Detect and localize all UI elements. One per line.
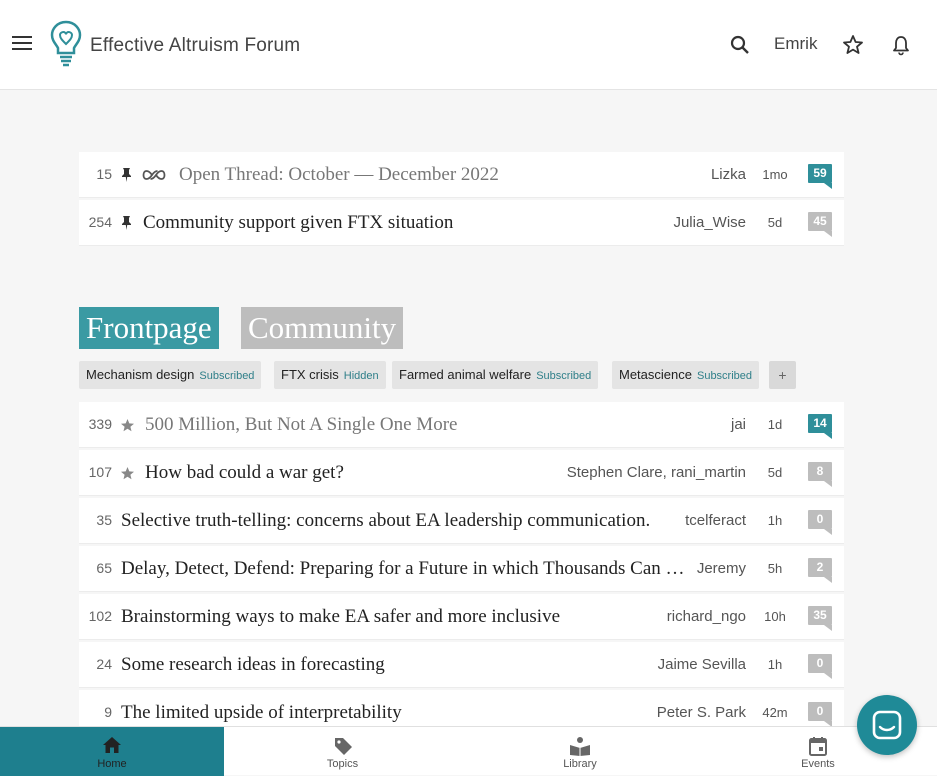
nav-label: Library [563,758,597,770]
nav-topics[interactable]: Topics [224,727,461,776]
post-title[interactable]: How bad could a war get? [145,462,545,484]
post-row[interactable]: 24 Some research ideas in forecasting Ja… [79,642,844,688]
tag-status: Subscribed [199,370,255,382]
karma-count: 254 [88,214,112,230]
post-author[interactable]: Lizka [711,166,746,183]
calendar-icon [809,737,827,756]
search-icon[interactable] [729,34,751,56]
chat-icon [872,710,902,740]
comment-count-badge[interactable]: 59 [808,164,832,189]
comment-count-badge[interactable]: 0 [808,510,832,535]
post-row[interactable]: 65 Delay, Detect, Defend: Preparing for … [79,546,844,592]
tab-frontpage[interactable]: Frontpage [79,307,219,349]
user-menu[interactable]: Emrik [774,34,817,54]
tag-name: FTX crisis [281,367,339,382]
karma-count: 15 [96,166,112,182]
karma-count: 9 [104,704,112,720]
karma-count: 65 [96,560,112,576]
tag-name: Mechanism design [86,367,195,382]
post-title[interactable]: The limited upside of interpretability [121,702,641,724]
post-title[interactable]: Delay, Detect, Defend: Preparing for a F… [121,558,685,580]
chat-launcher-button[interactable] [857,695,917,755]
comment-count-badge[interactable]: 45 [808,212,832,237]
bell-icon[interactable] [890,34,912,56]
tag-name: Metascience [619,367,692,382]
nav-library[interactable]: Library [461,727,699,776]
tag-filter-metascience[interactable]: Metascience Subscribed [612,361,760,389]
post-age: 5h [767,561,783,576]
post-age: 1h [767,657,783,672]
post-row[interactable]: 35 Selective truth-telling: concerns abo… [79,498,844,544]
pinned-post-row[interactable]: 15 Open Thread: October — December 2022 … [79,152,844,198]
bottom-navigation: Home Topics Library Events [0,726,937,776]
book-reader-icon [570,737,590,756]
pin-icon [122,216,131,230]
tag-name: Farmed animal welfare [399,367,532,382]
tag-filter-farmed-animal-welfare[interactable]: Farmed animal welfare Subscribed [392,361,599,389]
nav-label: Events [801,758,835,770]
post-age: 1h [767,513,783,528]
curated-star-icon [121,419,134,432]
lightbulb-heart-logo-icon[interactable] [50,20,82,68]
post-age: 1d [767,417,783,432]
tag-filter-mechanism-design[interactable]: Mechanism design Subscribed [79,361,262,389]
hamburger-menu-icon[interactable] [12,36,32,52]
post-age: 42m [762,705,788,720]
post-title[interactable]: Some research ideas in forecasting [121,654,641,676]
tag-status: Hidden [343,370,379,382]
karma-count: 35 [96,512,112,528]
comment-count-badge[interactable]: 8 [808,462,832,487]
post-author[interactable]: richard_ngo [667,608,746,625]
post-age: 1mo [762,167,788,182]
nav-label: Home [97,758,127,770]
tag-status: Subscribed [696,370,753,382]
post-age: 5d [767,465,783,480]
home-icon [103,737,121,753]
comment-count-badge[interactable]: 35 [808,606,832,631]
comment-count-badge[interactable]: 0 [808,654,832,679]
post-author[interactable]: Jaime Sevilla [658,656,746,673]
comment-count-badge[interactable]: 2 [808,558,832,583]
star-icon[interactable] [842,34,864,56]
post-row[interactable]: 107 How bad could a war get? Stephen Cla… [79,450,844,496]
post-title[interactable]: Selective truth-telling: concerns about … [121,510,661,532]
post-title[interactable]: 500 Million, But Not A Single One More [145,414,615,436]
nav-home[interactable]: Home [0,727,224,776]
site-title[interactable]: Effective Altruism Forum [90,35,300,57]
comment-count-badge[interactable]: 14 [808,414,832,439]
link-post-icon [142,170,166,180]
karma-count: 24 [96,656,112,672]
post-author[interactable]: Peter S. Park [657,704,746,721]
post-title[interactable]: Open Thread: October — December 2022 [179,164,619,186]
post-author[interactable]: Julia_Wise [673,214,746,231]
post-row[interactable]: 102 Brainstorming ways to make EA safer … [79,594,844,640]
post-title[interactable]: Community support given FTX situation [143,212,613,234]
top-header: Effective Altruism Forum Emrik [0,0,937,90]
add-tag-filter-button[interactable]: + [769,361,796,389]
post-row[interactable]: 339 500 Million, But Not A Single One Mo… [79,402,844,448]
post-author[interactable]: jai [731,416,746,433]
post-author[interactable]: Jeremy [697,560,746,577]
post-author[interactable]: Stephen Clare, rani_martin [567,464,746,481]
nav-label: Topics [326,758,359,770]
tab-community[interactable]: Community [241,307,404,349]
post-title[interactable]: Brainstorming ways to make EA safer and … [121,606,641,628]
curated-star-icon [121,467,134,480]
pin-icon [122,168,131,182]
tag-icon [334,738,352,755]
karma-count: 102 [88,608,112,624]
tag-filter-ftx-crisis[interactable]: FTX crisis Hidden [274,361,386,389]
karma-count: 339 [88,416,112,432]
tag-status: Subscribed [536,370,592,382]
karma-count: 107 [88,464,112,480]
post-age: 5d [767,215,783,230]
post-author[interactable]: tcelferact [685,512,746,529]
post-age: 10h [764,609,786,624]
comment-count-badge[interactable]: 0 [808,702,832,727]
pinned-post-row[interactable]: 254 Community support given FTX situatio… [79,200,844,246]
